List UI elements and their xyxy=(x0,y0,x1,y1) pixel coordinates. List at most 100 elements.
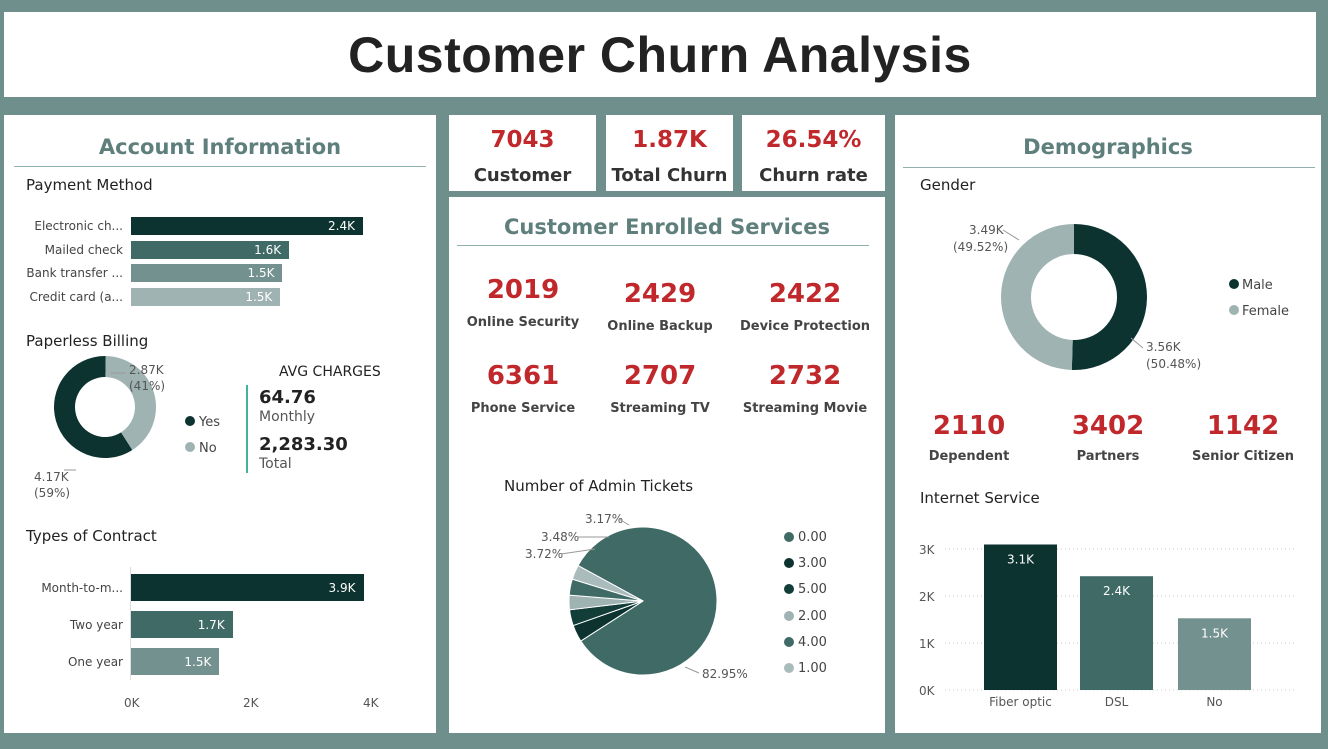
account-panel: Account Information Payment Method Paper… xyxy=(4,115,436,733)
internet-ytick-0k: 0K xyxy=(919,684,936,698)
tickets-big-label: 82.95% xyxy=(702,667,748,681)
legend-no-dot xyxy=(185,442,195,452)
paperless-donut-chart: 2.87K (41%) 4.17K (59%) Yes No xyxy=(34,356,220,500)
tickets-legend-4-dot xyxy=(784,637,794,647)
contract-tick-4: 4K xyxy=(363,696,379,710)
paperless-no-pct: (41%) xyxy=(129,379,165,393)
contract-category-2: One year xyxy=(67,654,123,669)
contract-tick-2: 2K xyxy=(243,696,259,710)
internet-title: Internet Service xyxy=(920,489,1040,507)
contract-axis-line xyxy=(130,567,131,680)
gender-slice-0 xyxy=(1071,224,1147,370)
contract-bar-0: 3.9K xyxy=(131,574,364,601)
gender-female-leader xyxy=(1002,229,1020,241)
avg-charges-accent xyxy=(246,385,248,473)
dependent-label: Dependent xyxy=(928,449,1010,464)
internet-ytick-3k: 3K xyxy=(919,543,936,557)
kpi-customer-label: Customer xyxy=(473,165,572,186)
tickets-title: Number of Admin Tickets xyxy=(504,477,694,495)
contract-category-0: Month-to-m... xyxy=(41,580,123,595)
payment-bar-1: 1.6K xyxy=(131,240,290,259)
tickets-legend-1-label: 3.00 xyxy=(798,556,827,571)
kpi-customer-card: 7043 Customer xyxy=(449,115,596,191)
tickets-label-b: 3.48% xyxy=(541,530,579,544)
kpi-churn-rate-value: 26.54% xyxy=(765,127,862,153)
avg-total-value: 2,283.30 xyxy=(259,434,348,455)
internet-ytick-1k: 1K xyxy=(919,637,936,651)
tickets-legend-4-label: 4.00 xyxy=(798,635,827,650)
internet-bar-label-1: 2.4K xyxy=(1103,584,1131,598)
internet-bar-label-2: 1.5K xyxy=(1201,626,1229,640)
paperless-no-value: 2.87K xyxy=(129,363,165,377)
senior-citizen-label: Senior Citizen xyxy=(1191,449,1295,464)
legend-female-label: Female xyxy=(1242,304,1289,319)
tickets-label-c: 3.72% xyxy=(525,547,563,561)
service-streaming-movie-label: Streaming Movie xyxy=(742,401,868,416)
service-phone-value: 6361 xyxy=(486,361,560,391)
gender-male-leader xyxy=(1130,337,1144,349)
internet-category-2: No xyxy=(1206,695,1222,709)
contract-category-1: Two year xyxy=(69,617,123,632)
payment-bar-2: 1.5K xyxy=(131,264,283,282)
partners-value: 3402 xyxy=(1071,411,1145,441)
payment-category-0: Electronic ch... xyxy=(34,219,123,233)
internet-bar-label-0: 3.1K xyxy=(1007,552,1035,566)
title-bar: Customer Churn Analysis xyxy=(4,12,1316,97)
services-title-rule xyxy=(457,245,869,246)
account-title: Account Information xyxy=(98,135,342,159)
gender-male-pct: (50.48%) xyxy=(1146,357,1201,371)
payment-category-1: Mailed check xyxy=(44,242,123,257)
paperless-yes-value: 4.17K xyxy=(34,470,70,484)
avg-monthly-value: 64.76 xyxy=(259,387,316,408)
contract-bar-2: 1.5K xyxy=(131,648,220,675)
kpi-churn-card: 1.87K Total Churn xyxy=(606,115,733,191)
payment-bar-0: 2.4K xyxy=(131,217,363,235)
legend-yes-dot xyxy=(185,416,195,426)
legend-no-label: No xyxy=(199,441,217,456)
tickets-label-a: 3.17% xyxy=(585,512,623,526)
account-title-rule xyxy=(14,166,426,167)
partners-label: Partners xyxy=(1076,449,1140,464)
tickets-pie-chart: 82.95% 3.17% 3.48% 3.72% 0.00 3.00 5.00 … xyxy=(525,512,827,681)
services-title: Customer Enrolled Services xyxy=(504,215,830,239)
tickets-legend-5-dot xyxy=(784,663,794,673)
tickets-legend-2-dot xyxy=(784,584,794,594)
service-streaming-movie-value: 2732 xyxy=(768,361,842,391)
page-title: Customer Churn Analysis xyxy=(348,26,972,83)
payment-category-3: Credit card (a... xyxy=(29,289,124,304)
tickets-legend-2-label: 5.00 xyxy=(798,582,827,597)
service-online-backup-label: Online Backup xyxy=(607,319,713,334)
gender-male-value: 3.56K xyxy=(1146,340,1182,354)
services-panel: Customer Enrolled Services 2019 Online S… xyxy=(449,197,885,733)
senior-citizen-value: 1142 xyxy=(1206,411,1280,441)
legend-male-label: Male xyxy=(1242,278,1273,293)
legend-female-dot xyxy=(1229,305,1239,315)
kpi-churn-rate-card: 26.54% Churn rate xyxy=(742,115,885,191)
kpi-churn-rate-label: Churn rate xyxy=(759,165,868,186)
kpi-churn-value: 1.87K xyxy=(632,127,707,153)
gender-female-value: 3.49K xyxy=(969,223,1005,237)
gender-title: Gender xyxy=(920,176,976,194)
avg-charges-title: AVG CHARGES xyxy=(279,364,381,380)
service-online-backup-value: 2429 xyxy=(623,279,697,309)
demographics-title: Demographics xyxy=(1023,135,1193,159)
gender-donut-chart: 3.49K (49.52%) 3.56K (50.48%) Male Femal… xyxy=(953,223,1289,371)
paperless-title: Paperless Billing xyxy=(26,332,149,350)
tickets-legend-5-label: 1.00 xyxy=(798,661,827,676)
service-device-protection-value: 2422 xyxy=(768,279,842,309)
tickets-legend-0-dot xyxy=(784,532,794,542)
service-streaming-tv-value: 2707 xyxy=(623,361,697,391)
gender-slice-1 xyxy=(1000,224,1074,370)
demographics-panel: Demographics Gender 3.49K (49.52%) 3.56K… xyxy=(895,115,1321,733)
dependent-value: 2110 xyxy=(932,411,1006,441)
payment-bar-3: 1.5K xyxy=(131,287,281,306)
internet-category-0: Fiber optic xyxy=(989,695,1052,709)
payment-category-2: Bank transfer ... xyxy=(26,266,123,280)
internet-ytick-2k: 2K xyxy=(919,590,936,604)
contract-tick-0: 0K xyxy=(124,696,140,710)
tickets-legend-3-dot xyxy=(784,611,794,621)
contract-bar-1: 1.7K xyxy=(131,611,233,638)
service-device-protection-label: Device Protection xyxy=(739,319,871,334)
tickets-legend-3-label: 2.00 xyxy=(798,609,827,624)
service-phone-label: Phone Service xyxy=(470,401,576,416)
